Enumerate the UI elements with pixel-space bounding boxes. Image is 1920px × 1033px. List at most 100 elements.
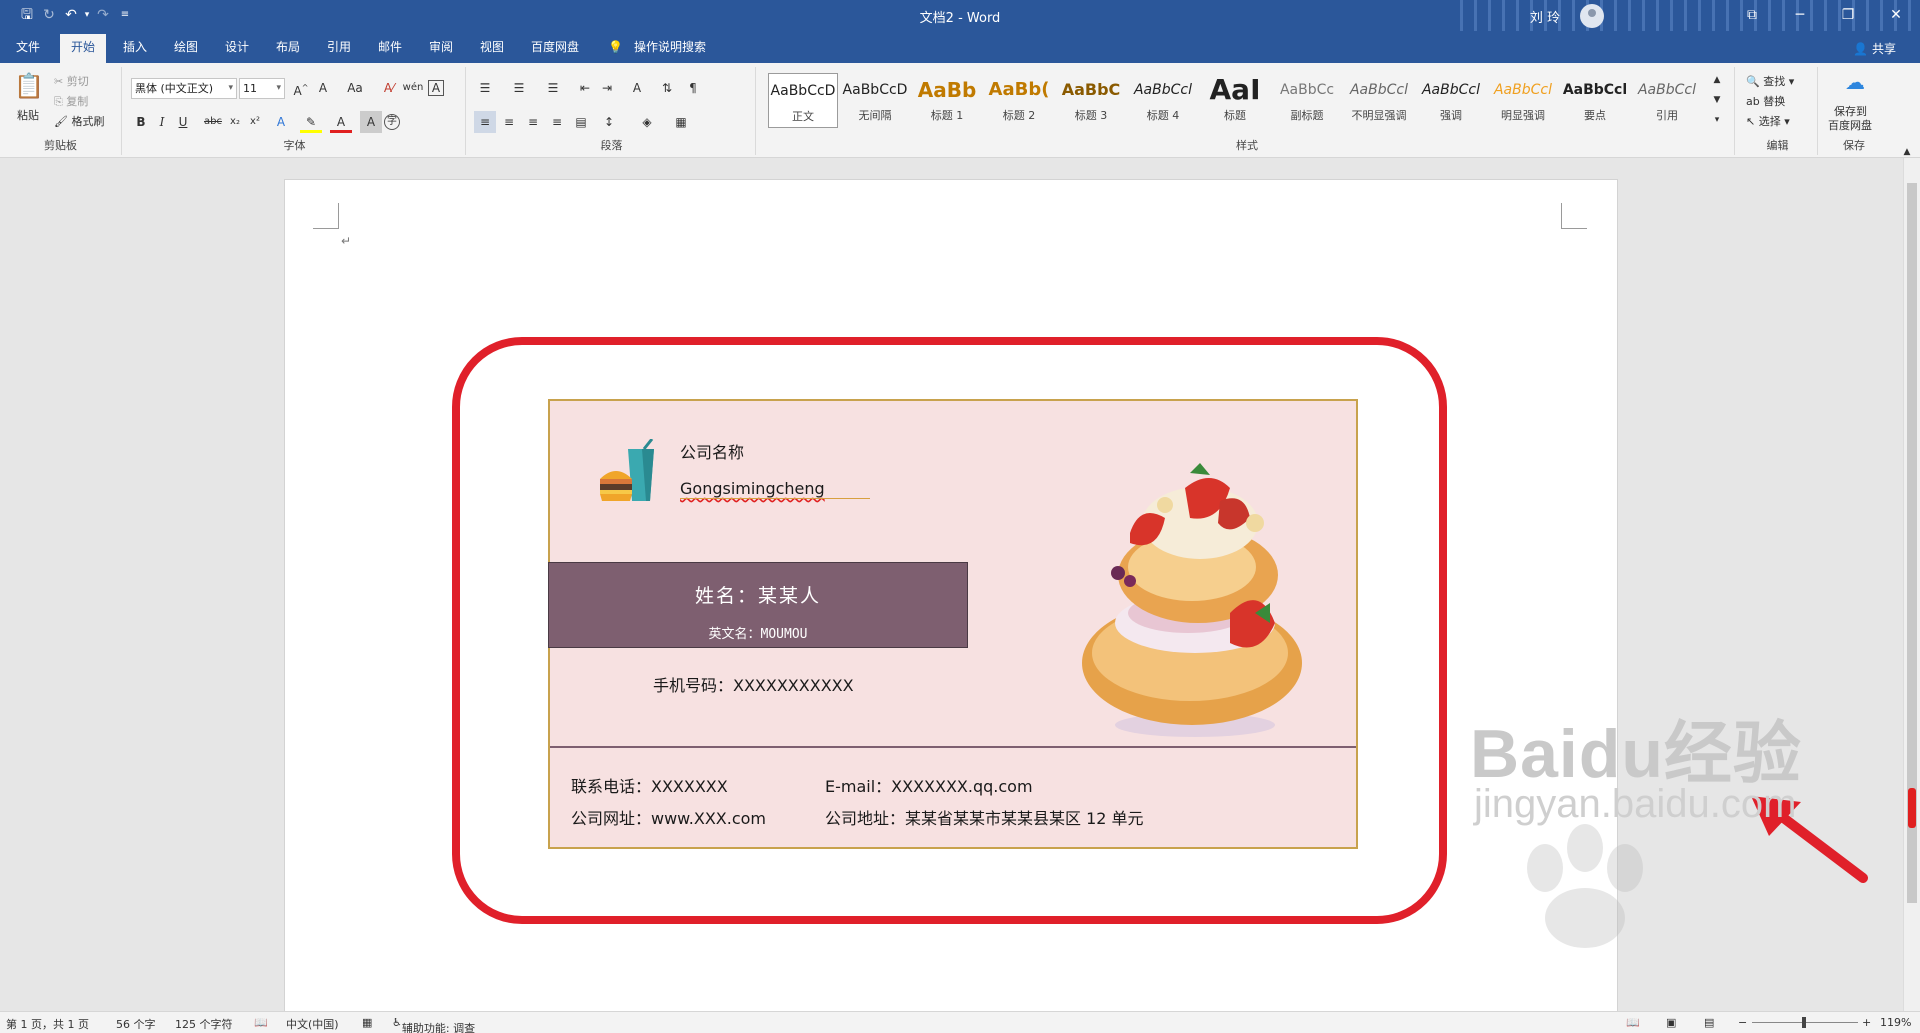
sort-icon[interactable]: ⇅ — [656, 77, 678, 99]
style-subtle-emphasis[interactable]: AaBbCcl 不明显强调 — [1344, 73, 1414, 128]
style-heading-1[interactable]: AaBb 标题 1 — [912, 73, 982, 128]
font-family-select[interactable]: 黑体 (中文正文) — [131, 78, 237, 99]
user-name[interactable]: 刘 玲 — [1530, 7, 1560, 26]
styles-scroll-down-icon[interactable]: ▼ — [1706, 89, 1728, 111]
business-card[interactable]: 公司名称 Gongsimingcheng 姓名：某某人 英文名：MOUMOU 手… — [548, 399, 1358, 849]
tab-design[interactable]: 设计 — [225, 38, 249, 63]
style-emphasis[interactable]: AaBbCcl 强调 — [1416, 73, 1486, 128]
chinese-layout-icon[interactable]: A — [626, 77, 648, 99]
style-heading-4[interactable]: AaBbCcl 标题 4 — [1128, 73, 1198, 128]
bullets-icon[interactable]: ☰ — [474, 77, 496, 99]
shrink-font-icon[interactable]: A — [312, 77, 334, 99]
select-button[interactable]: ↖ 选择 ▾ — [1746, 113, 1790, 129]
clear-format-icon[interactable]: A⁄ — [378, 77, 400, 99]
company-address[interactable]: 公司地址：某某省某某市某某县某区 12 单元 — [825, 805, 1144, 829]
tab-references[interactable]: 引用 — [327, 38, 351, 63]
paste-label[interactable]: 粘贴 — [17, 107, 39, 123]
format-painter-button[interactable]: 🖌 格式刷 — [54, 113, 104, 129]
tab-insert[interactable]: 插入 — [123, 38, 147, 63]
italic-icon[interactable]: I — [151, 111, 173, 133]
align-right-icon[interactable]: ≡ — [522, 111, 544, 133]
phonetic-guide-icon[interactable]: wén — [402, 77, 424, 99]
show-marks-icon[interactable]: ¶ — [682, 77, 704, 99]
english-name[interactable]: 英文名：MOUMOU — [549, 623, 967, 642]
style-intense-emphasis[interactable]: AaBbCcl 明显强调 — [1488, 73, 1558, 128]
read-mode-icon[interactable]: 📖 — [1626, 1016, 1640, 1029]
line-spacing-icon[interactable]: ↕ — [598, 111, 620, 133]
font-color-icon[interactable]: A — [330, 111, 352, 133]
dessert-image[interactable] — [1070, 463, 1320, 743]
mobile-number[interactable]: 手机号码：XXXXXXXXXXX — [653, 672, 854, 696]
print-layout-icon[interactable]: ▣ — [1666, 1016, 1676, 1029]
company-name[interactable]: 公司名称 — [680, 439, 744, 463]
justify-icon[interactable]: ≡ — [546, 111, 568, 133]
save-to-label-2[interactable]: 百度网盘 — [1828, 117, 1872, 133]
enclose-char-icon[interactable]: 字 — [384, 114, 400, 130]
shading-icon[interactable]: ◈ — [636, 111, 658, 133]
style-title[interactable]: AaI 标题 — [1200, 73, 1270, 128]
change-case-button[interactable]: Aa — [342, 77, 368, 99]
tab-file[interactable]: 文件 — [16, 38, 40, 63]
company-name-en[interactable]: Gongsimingcheng — [680, 479, 825, 498]
zoom-in-icon[interactable]: + — [1862, 1016, 1871, 1029]
char-border-icon[interactable]: A — [428, 80, 444, 96]
ribbon-display-icon[interactable]: ⧉ — [1728, 0, 1776, 31]
style-normal[interactable]: AaBbCcD 正文 — [768, 73, 838, 128]
zoom-out-icon[interactable]: − — [1738, 1016, 1747, 1029]
replace-button[interactable]: ab 替换 — [1746, 93, 1785, 109]
increase-indent-icon[interactable]: ⇥ — [596, 77, 618, 99]
decrease-indent-icon[interactable]: ⇤ — [574, 77, 596, 99]
language[interactable]: 中文(中国) — [286, 1016, 339, 1032]
style-no-spacing[interactable]: AaBbCcD 无间隔 — [840, 73, 910, 128]
underline-icon[interactable]: U — [172, 111, 194, 133]
text-effects-icon[interactable]: A — [270, 111, 292, 133]
strikethrough-icon[interactable]: abc — [202, 111, 224, 133]
char-shading-icon[interactable]: A — [360, 111, 382, 133]
style-subtitle[interactable]: AaBbCc 副标题 — [1272, 73, 1342, 128]
tab-baidu-netdisk[interactable]: 百度网盘 — [531, 38, 579, 63]
web-layout-icon[interactable]: ▤ — [1704, 1016, 1714, 1029]
highlight-icon[interactable]: ✎ — [300, 111, 322, 133]
char-count[interactable]: 125 个字符 — [175, 1016, 233, 1032]
page-count[interactable]: 第 1 页，共 1 页 — [6, 1016, 89, 1032]
tab-layout[interactable]: 布局 — [276, 38, 300, 63]
baidu-cloud-icon[interactable]: ☁ — [1842, 71, 1868, 97]
tell-me-search[interactable]: 操作说明搜索 — [634, 38, 706, 63]
find-button[interactable]: 🔍 查找 ▾ — [1746, 73, 1794, 89]
vertical-scrollbar[interactable] — [1903, 158, 1920, 1011]
contact-phone[interactable]: 联系电话：XXXXXXX — [571, 773, 728, 797]
bold-icon[interactable]: B — [130, 111, 152, 133]
macro-icon[interactable]: ▦ — [362, 1016, 372, 1029]
paste-icon[interactable]: 📋 — [14, 71, 44, 101]
zoom-level[interactable]: 119% — [1880, 1016, 1911, 1029]
name-banner[interactable]: 姓名：某某人 英文名：MOUMOU — [548, 562, 968, 648]
borders-icon[interactable]: ▦ — [670, 111, 692, 133]
styles-more-icon[interactable]: ▾ — [1706, 109, 1728, 131]
share-button[interactable]: 👤 共享 — [1853, 40, 1896, 57]
proofing-icon[interactable]: 📖 — [254, 1016, 268, 1029]
align-left-icon[interactable]: ≡ — [474, 111, 496, 133]
restore-icon[interactable]: ❐ — [1824, 0, 1872, 31]
avatar[interactable] — [1580, 4, 1604, 28]
multilevel-list-icon[interactable]: ☰ — [542, 77, 564, 99]
tab-home[interactable]: 开始 — [60, 34, 107, 63]
lightbulb-icon[interactable]: 💡 — [608, 38, 623, 63]
align-center-icon[interactable]: ≡ — [498, 111, 520, 133]
style-quote[interactable]: AaBbCcl 引用 — [1632, 73, 1702, 128]
company-website[interactable]: 公司网址：www.XXX.com — [571, 805, 766, 829]
zoom-slider-thumb[interactable] — [1802, 1017, 1806, 1028]
page[interactable]: ↵ 公司名称 Gongsimingcheng 姓名：某某人 英文名：MOUMOU — [285, 180, 1868, 1011]
grow-font-icon[interactable]: A^ — [290, 77, 312, 99]
word-count[interactable]: 56 个字 — [116, 1016, 156, 1032]
tab-review[interactable]: 审阅 — [429, 38, 453, 63]
styles-scroll-up-icon[interactable]: ▲ — [1706, 69, 1728, 91]
contact-email[interactable]: E-mail：XXXXXXX.qq.com — [825, 773, 1033, 797]
cut-button[interactable]: ✂ 剪切 — [54, 73, 89, 89]
close-icon[interactable]: ✕ — [1872, 0, 1920, 31]
person-name[interactable]: 姓名：某某人 — [549, 581, 967, 608]
tab-mailings[interactable]: 邮件 — [378, 38, 402, 63]
superscript-icon[interactable]: x² — [244, 111, 266, 133]
numbering-icon[interactable]: ☰ — [508, 77, 530, 99]
minimize-icon[interactable]: ─ — [1776, 0, 1824, 31]
style-heading-2[interactable]: AaBb(标题 2 — [984, 73, 1054, 128]
